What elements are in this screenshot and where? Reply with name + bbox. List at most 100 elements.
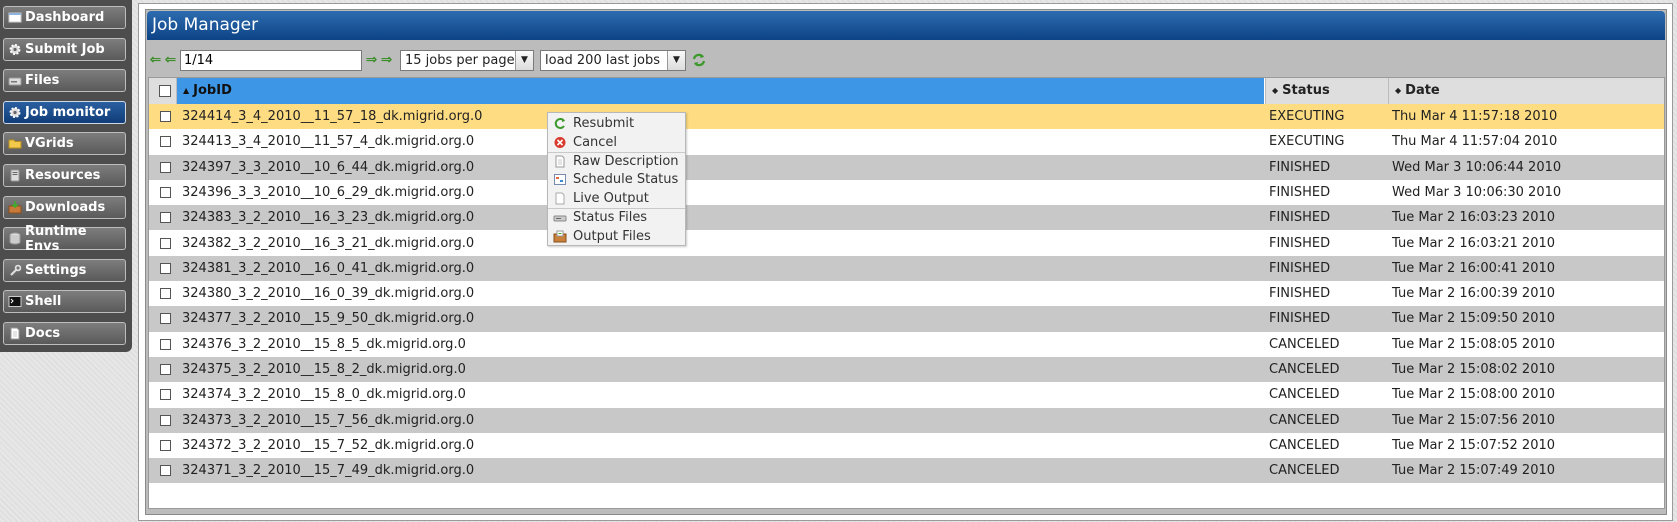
sidebar-item-label: Submit Job — [25, 41, 105, 57]
page-input[interactable] — [180, 49, 362, 71]
column-header-jobid[interactable]: ▲ JobID — [177, 78, 1264, 104]
row-checkbox[interactable] — [160, 364, 171, 375]
table-row[interactable]: 324383_3_2_2010__16_3_23_dk.migrid.org.0… — [149, 205, 1664, 231]
sidebar-item-dashboard[interactable]: Dashboard — [3, 6, 126, 29]
job-id-cell: 324382_3_2_2010__16_3_21_dk.migrid.org.0 — [182, 235, 475, 251]
calendar-icon — [553, 173, 567, 186]
date-cell: Tue Mar 2 15:09:50 2010 — [1392, 311, 1556, 327]
status-cell: FINISHED — [1269, 311, 1331, 327]
row-checkbox[interactable] — [160, 465, 171, 477]
row-checkbox[interactable] — [160, 161, 171, 173]
output-box-icon — [553, 230, 567, 243]
row-checkbox[interactable] — [160, 439, 171, 451]
sidebar-item-runtime-envs[interactable]: Runtime Envs — [3, 224, 126, 254]
date-cell: Tue Mar 2 15:07:49 2010 — [1392, 463, 1556, 479]
menu-item-label: Cancel — [573, 134, 618, 150]
next-page-arrow-icon[interactable]: ⇒ — [364, 52, 379, 68]
menu-item-label: Live Output — [573, 191, 649, 207]
sidebar-item-settings[interactable]: Settings — [3, 258, 126, 282]
row-checkbox[interactable] — [160, 313, 171, 325]
job-id-cell: 324383_3_2_2010__16_3_23_dk.migrid.org.0 — [182, 210, 475, 226]
load-jobs-select[interactable]: load 200 last jobs ▼ — [540, 49, 686, 71]
sidebar-item-resources[interactable]: Resources — [3, 163, 126, 187]
sidebar-item-label: Job monitor — [25, 104, 111, 120]
column-header-date[interactable]: ◆ Date — [1388, 78, 1664, 104]
date-cell: Tue Mar 2 16:00:41 2010 — [1392, 260, 1556, 276]
table-row[interactable]: 324373_3_2_2010__15_7_56_dk.migrid.org.0… — [149, 407, 1664, 433]
menu-item-label: Output Files — [573, 228, 651, 244]
sidebar-item-label: Files — [25, 73, 60, 89]
sidebar-item-label: Resources — [25, 167, 101, 183]
per-page-select[interactable]: 15 jobs per page ▼ — [400, 49, 534, 71]
menu-item-resubmit[interactable]: Resubmit — [548, 114, 685, 133]
sidebar-item-label: Shell — [25, 294, 62, 310]
menu-item-schedule-status[interactable]: Schedule Status — [548, 170, 685, 189]
status-cell: CANCELED — [1269, 437, 1340, 453]
job-id-cell: 324376_3_2_2010__15_8_5_dk.migrid.org.0 — [182, 336, 466, 352]
sort-both-icon: ◆ — [1272, 86, 1279, 95]
menu-item-label: Status Files — [573, 210, 648, 226]
sidebar-item-label: Docs — [25, 325, 61, 341]
menu-item-output-files[interactable]: Output Files — [548, 227, 685, 246]
table-row[interactable]: 324376_3_2_2010__15_8_5_dk.migrid.org.0 C… — [149, 331, 1664, 357]
row-checkbox[interactable] — [160, 136, 171, 148]
table-row[interactable]: 324382_3_2_2010__16_3_21_dk.migrid.org.0… — [149, 230, 1664, 256]
row-checkbox[interactable] — [160, 262, 171, 274]
select-all-checkbox[interactable] — [159, 85, 171, 97]
row-checkbox[interactable] — [160, 186, 171, 198]
job-manager-panel: Job Manager ⇐ ⇐ ⇒ ⇒ 15 jobs per page ▼ l… — [145, 9, 1667, 515]
menu-item-raw-description[interactable]: Raw Description — [548, 151, 685, 171]
table-row[interactable]: 324374_3_2_2010__15_8_0_dk.migrid.org.0 C… — [149, 382, 1664, 408]
resubmit-icon — [553, 117, 567, 130]
prev-page-arrow-icon[interactable]: ⇐ — [163, 52, 178, 68]
menu-item-label: Schedule Status — [573, 172, 679, 188]
gear-icon — [8, 43, 22, 56]
sidebar-item-job-monitor[interactable]: Job monitor — [3, 100, 126, 124]
sidebar-item-shell[interactable]: Shell — [3, 290, 126, 314]
status-cell: FINISHED — [1269, 286, 1331, 302]
first-page-arrow-icon[interactable]: ⇐ — [148, 52, 163, 68]
row-checkbox[interactable] — [160, 414, 171, 426]
table-row[interactable]: 324371_3_2_2010__15_7_49_dk.migrid.org.0… — [149, 458, 1664, 484]
sidebar-item-submit-job[interactable]: Submit Job — [3, 37, 126, 61]
menu-item-cancel[interactable]: Cancel — [548, 133, 685, 152]
status-cell: FINISHED — [1269, 235, 1331, 251]
table-row[interactable]: 324380_3_2_2010__16_0_39_dk.migrid.org.0… — [149, 281, 1664, 307]
jobs-table: ▲ JobID ◆ Status ◆ Date 324414_3_4_2010__11… — [148, 77, 1665, 509]
date-cell: Tue Mar 2 15:07:56 2010 — [1392, 412, 1556, 428]
row-checkbox[interactable] — [160, 237, 171, 249]
per-page-value: 15 jobs per page — [405, 52, 515, 68]
table-row[interactable]: 324381_3_2_2010__16_0_41_dk.migrid.org.0… — [149, 255, 1664, 282]
date-cell: Tue Mar 2 16:03:23 2010 — [1392, 210, 1556, 226]
row-checkbox[interactable] — [160, 389, 171, 401]
column-header-status[interactable]: ◆ Status — [1265, 78, 1388, 104]
blank-page-icon — [553, 192, 567, 205]
menu-item-status-files[interactable]: Status Files — [548, 207, 685, 227]
date-cell: Wed Mar 3 10:06:30 2010 — [1392, 184, 1562, 200]
sidebar-item-vgrids[interactable]: VGrids — [3, 132, 126, 156]
table-row[interactable]: 324397_3_3_2010__10_6_44_dk.migrid.org.0… — [149, 154, 1664, 180]
table-row[interactable]: 324372_3_2_2010__15_7_52_dk.migrid.org.0… — [149, 432, 1664, 459]
row-checkbox[interactable] — [160, 212, 171, 224]
sidebar-item-files[interactable]: Files — [3, 69, 126, 93]
status-cell: CANCELED — [1269, 336, 1340, 352]
row-checkbox[interactable] — [160, 111, 171, 122]
table-row[interactable]: 324375_3_2_2010__15_8_2_dk.migrid.org.0 C… — [149, 357, 1664, 383]
refresh-icon[interactable] — [691, 52, 707, 68]
row-checkbox[interactable] — [160, 338, 171, 350]
job-id-cell: 324377_3_2_2010__15_9_50_dk.migrid.org.0 — [182, 311, 475, 327]
table-row[interactable]: 324413_3_4_2010__11_57_4_dk.migrid.org.0… — [149, 129, 1664, 155]
server-icon — [8, 169, 22, 182]
row-checkbox[interactable] — [160, 288, 171, 300]
sidebar-item-docs[interactable]: Docs — [3, 321, 126, 345]
last-page-arrow-icon[interactable]: ⇒ — [379, 52, 394, 68]
menu-item-live-output[interactable]: Live Output — [548, 189, 685, 208]
table-row[interactable]: 324377_3_2_2010__15_9_50_dk.migrid.org.0… — [149, 306, 1664, 332]
date-cell: Thu Mar 4 11:57:04 2010 — [1392, 134, 1558, 150]
table-row[interactable]: 324396_3_3_2010__10_6_29_dk.migrid.org.0… — [149, 179, 1664, 206]
sidebar-item-label: Dashboard — [25, 10, 105, 25]
job-id-cell: 324396_3_3_2010__10_6_29_dk.migrid.org.0 — [182, 184, 475, 200]
table-row[interactable]: 324414_3_4_2010__11_57_18_dk.migrid.org.… — [149, 104, 1664, 130]
sidebar-item-downloads[interactable]: Downloads — [3, 195, 126, 219]
chevron-down-icon: ▼ — [515, 50, 533, 70]
